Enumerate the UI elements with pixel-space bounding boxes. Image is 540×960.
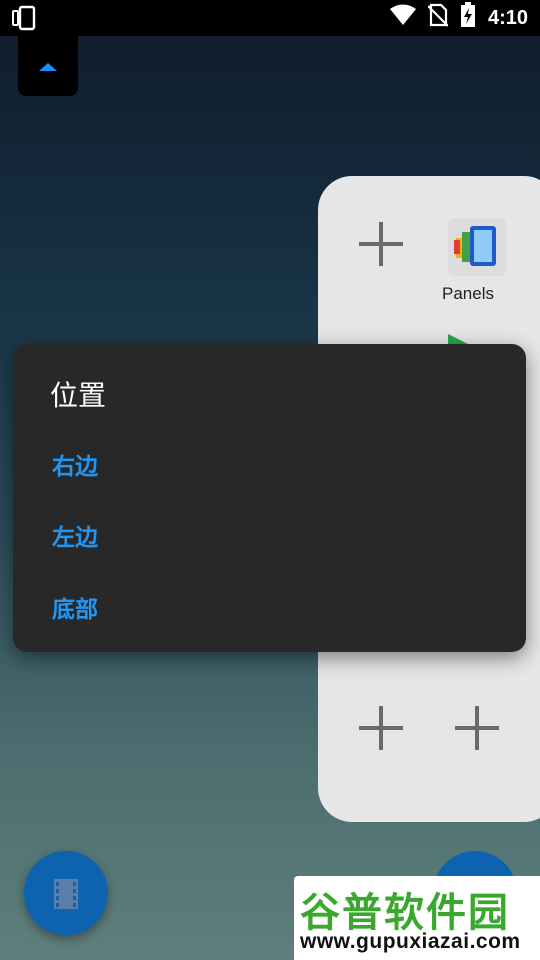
clock-time: 4:10: [487, 6, 528, 29]
wifi-icon: [389, 4, 416, 32]
film-fab-button[interactable]: [24, 851, 108, 935]
add-icon[interactable]: [455, 706, 499, 750]
scroll-up-tab[interactable]: [18, 36, 78, 96]
arrow-up-icon: [39, 63, 57, 71]
add-icon[interactable]: [359, 222, 403, 266]
status-bar: 4:10: [0, 0, 540, 36]
battery-charging-icon: [460, 2, 476, 34]
position-dialog: 位置 右边 左边 底部: [13, 344, 526, 652]
watermark-url: www.gupuxiazai.com: [300, 930, 521, 953]
option-bottom[interactable]: 底部: [52, 590, 98, 624]
no-sim-icon: [427, 3, 449, 33]
device-rotate-icon: [12, 5, 40, 37]
watermark: 谷普软件园 www.gupuxiazai.com: [294, 876, 540, 960]
option-left[interactable]: 左边: [52, 518, 98, 552]
add-icon[interactable]: [359, 706, 403, 750]
dialog-title: 位置: [50, 380, 107, 411]
panels-app-label: Panels: [442, 284, 494, 303]
panels-app-icon[interactable]: [448, 218, 506, 276]
film-icon: [54, 879, 78, 909]
option-right[interactable]: 右边: [52, 447, 98, 481]
